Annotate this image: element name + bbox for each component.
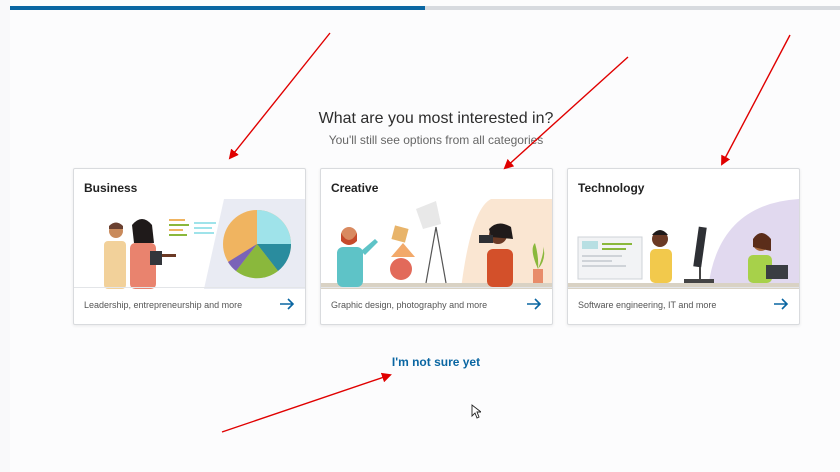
card-description: Graphic design, photography and more (331, 300, 488, 310)
page-title: What are you most interested in? (318, 110, 554, 127)
card-divider (568, 287, 799, 288)
arrow-right-icon[interactable] (526, 297, 542, 311)
card-description: Leadership, entrepreneurship and more (84, 300, 243, 310)
card-title: Technology (578, 181, 645, 195)
progress-bar-fill (10, 6, 425, 10)
page-subtitle: You'll still see options from all catego… (328, 133, 544, 147)
card-divider (74, 287, 305, 288)
creative-illustration (321, 199, 552, 289)
card-technology[interactable]: Technology Software engineering, IT and … (567, 168, 800, 325)
progress-bar (10, 6, 840, 10)
arrow-right-icon[interactable] (279, 297, 295, 311)
card-title: Creative (331, 181, 379, 195)
technology-illustration (568, 199, 799, 289)
not-sure-link[interactable]: I'm not sure yet (0, 355, 840, 369)
card-divider (321, 287, 552, 288)
business-illustration (104, 199, 305, 289)
card-business[interactable]: Business Leadership, entrepreneurship an… (73, 168, 306, 325)
card-title: Business (84, 181, 138, 195)
arrow-right-icon[interactable] (773, 297, 789, 311)
card-creative[interactable]: Creative Graphic design, photography and… (320, 168, 553, 325)
card-description: Software engineering, IT and more (578, 300, 717, 310)
mouse-cursor-icon (471, 404, 481, 419)
